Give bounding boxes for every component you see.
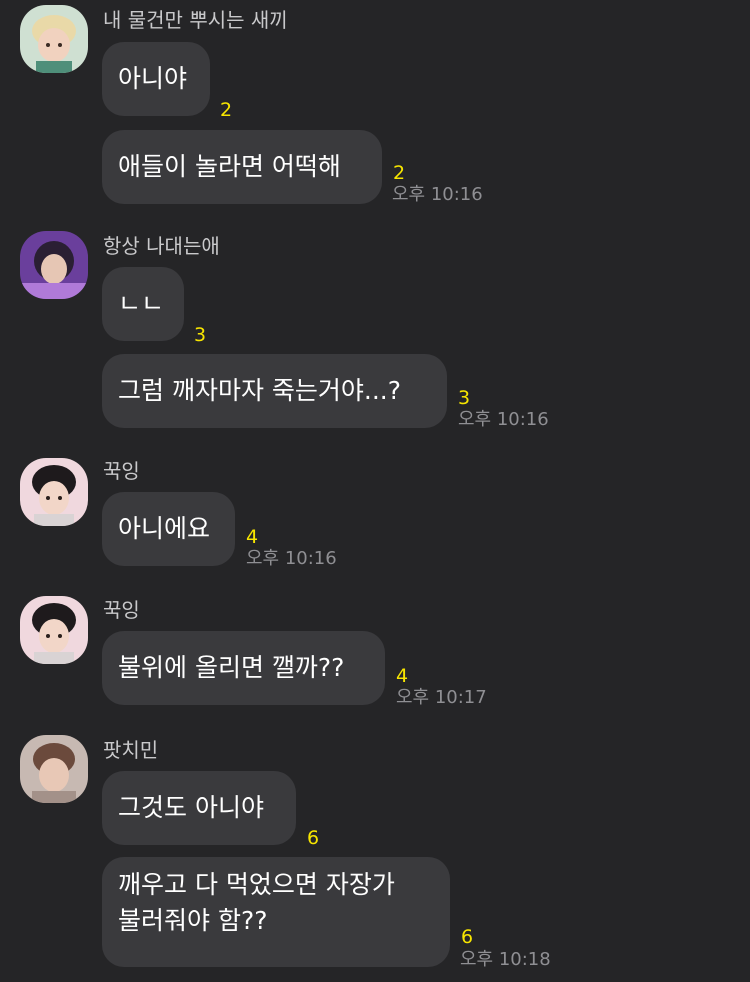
avatar[interactable] [20,458,88,526]
timestamp: 오후 10:16 [246,548,337,569]
message-bubble[interactable]: 그럼 깨자마자 죽는거야...? [102,354,447,428]
message-bubble[interactable]: 깨우고 다 먹었으면 자장가 불러줘야 함?? [102,857,450,967]
avatar[interactable] [20,596,88,664]
avatar[interactable] [20,735,88,803]
message-bubble[interactable]: 애들이 놀라면 어떡해 [102,130,382,204]
timestamp: 오후 10:16 [392,184,483,205]
unread-count: 6 [307,827,320,849]
avatar[interactable] [20,5,88,73]
sender-name: 항상 나대는애 [103,234,220,258]
unread-count: 6 [461,926,474,948]
sender-name: 꾹잉 [103,598,140,622]
avatar[interactable] [20,231,88,299]
message-bubble[interactable]: 그것도 아니야 [102,771,296,845]
unread-count: 3 [458,387,471,409]
profile-photo-icon [20,458,88,526]
message-bubble[interactable]: 아니야 [102,42,210,116]
timestamp: 오후 10:17 [396,687,487,708]
unread-count: 2 [220,99,233,121]
profile-photo-icon [20,231,88,299]
unread-count: 3 [194,324,207,346]
profile-photo-icon [20,596,88,664]
profile-photo-icon [20,5,88,73]
sender-name: 내 물건만 뿌시는 새끼 [103,8,288,32]
message-bubble[interactable]: ㄴㄴ [102,267,184,341]
profile-photo-icon [20,735,88,803]
sender-name: 꾹잉 [103,459,140,483]
timestamp: 오후 10:18 [460,949,551,970]
sender-name: 팟치민 [103,738,159,762]
unread-count: 4 [396,665,409,687]
unread-count: 2 [393,162,406,184]
message-bubble[interactable]: 아니에요 [102,492,235,566]
unread-count: 4 [246,526,259,548]
message-bubble[interactable]: 불위에 올리면 깰까?? [102,631,385,705]
timestamp: 오후 10:16 [458,409,549,430]
